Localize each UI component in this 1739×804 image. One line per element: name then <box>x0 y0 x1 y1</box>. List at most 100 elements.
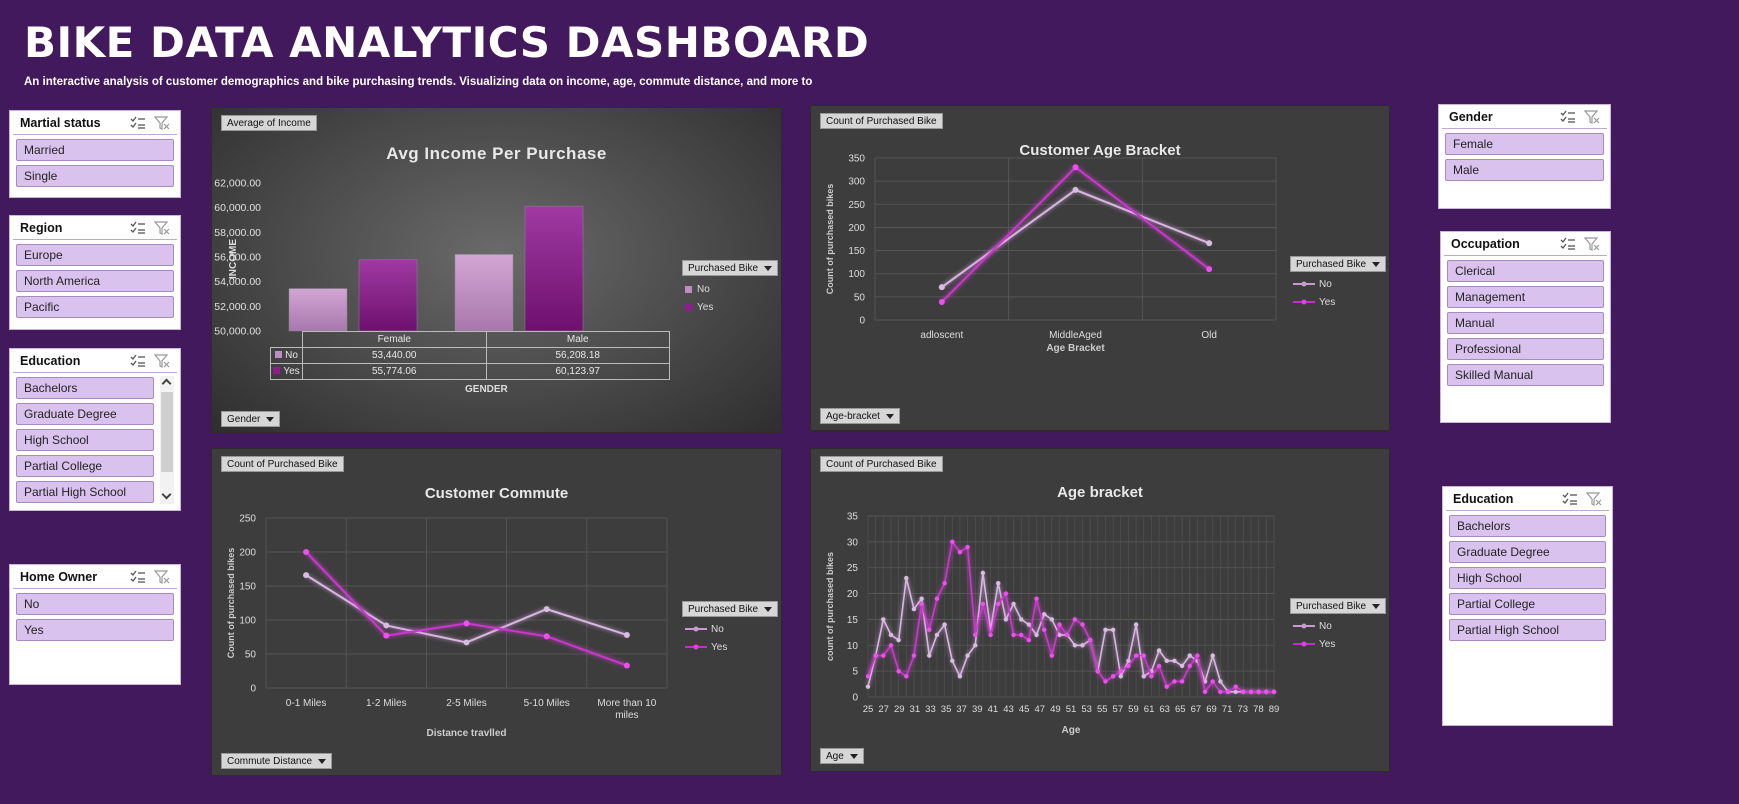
x-tick-label: 71 <box>1222 704 1233 715</box>
y-tick-label: 250 <box>848 200 865 211</box>
slicer-item[interactable]: Partial High School <box>1449 619 1606 641</box>
legend-filter-button[interactable]: Purchased Bike <box>1290 598 1387 614</box>
data-point-yes <box>1141 653 1146 658</box>
multi-select-icon[interactable] <box>1562 492 1578 506</box>
x-tick-label: 35 <box>941 704 952 715</box>
x-tick-label: 29 <box>894 704 905 715</box>
dropdown-arrow-icon <box>1372 261 1381 267</box>
data-point-yes <box>919 601 924 607</box>
x-tick-label: 57 <box>1113 704 1124 715</box>
slicer-item[interactable]: Manual <box>1447 312 1604 334</box>
slicer-items: Female Male <box>1439 129 1610 189</box>
series-line-no <box>305 574 628 644</box>
clear-filter-icon[interactable] <box>1583 236 1600 251</box>
y-tick-label: 50 <box>245 650 257 661</box>
data-point-yes <box>1156 663 1162 669</box>
slicer-item[interactable]: Skilled Manual <box>1447 364 1604 386</box>
clear-filter-icon[interactable] <box>153 220 170 235</box>
clear-filter-icon[interactable] <box>153 569 170 584</box>
axis-filter-button[interactable]: Gender <box>221 411 281 427</box>
slicer-item[interactable]: High School <box>1449 567 1606 589</box>
multi-select-icon[interactable] <box>1560 237 1576 251</box>
data-point-no <box>980 570 986 576</box>
y-axis-label: Count of purchased bikes <box>825 184 835 295</box>
slicer-title: Martial status <box>20 115 101 130</box>
slicer-item[interactable]: Partial College <box>16 455 154 477</box>
data-point-yes <box>973 632 978 638</box>
slicer-item[interactable]: Graduate Degree <box>1449 541 1606 563</box>
slicer-item[interactable]: Bachelors <box>16 377 154 399</box>
slicer-item[interactable]: No <box>16 593 174 615</box>
x-tick-label: Old <box>1201 330 1217 341</box>
data-point-yes <box>1095 668 1101 674</box>
slicer-item[interactable]: Single <box>16 165 174 187</box>
legend-filter-button[interactable]: Purchased Bike <box>682 260 779 276</box>
x-tick-label: 5-10 Miles <box>524 698 570 709</box>
data-point-no <box>1156 648 1162 653</box>
multi-select-icon[interactable] <box>130 570 146 584</box>
y-tick-label: 15 <box>847 615 859 626</box>
data-point-yes <box>1034 596 1039 601</box>
slicer-item[interactable]: Management <box>1447 286 1604 308</box>
axis-filter-button[interactable]: Age <box>820 748 864 764</box>
slicer-item[interactable]: Graduate Degree <box>16 403 154 425</box>
slicer-gender: Gender Female Male <box>1438 104 1611 209</box>
slicer-item[interactable]: Pacific <box>16 296 174 318</box>
data-point-no <box>1179 663 1185 669</box>
y-tick-label: 62,000.00 <box>214 178 261 190</box>
multi-select-icon[interactable] <box>1560 110 1576 124</box>
legend-filter-button[interactable]: Purchased Bike <box>1290 256 1387 272</box>
slicer-item[interactable]: North America <box>16 270 174 292</box>
slicer-item[interactable]: Female <box>1445 133 1604 155</box>
slicer-scrollbar[interactable] <box>160 376 174 504</box>
slicer-items: Married Single <box>10 135 180 195</box>
series-line-yes <box>867 539 1274 694</box>
slicer-items: No Yes <box>10 589 180 649</box>
slicer-item[interactable]: Male <box>1445 159 1604 181</box>
x-tick-label: 41 <box>988 704 999 715</box>
data-point-no <box>1011 601 1016 607</box>
data-point-yes <box>927 627 932 632</box>
slicer-item[interactable]: Professional <box>1447 338 1604 360</box>
slicer-item[interactable]: Clerical <box>1447 260 1604 282</box>
clear-filter-icon[interactable] <box>1585 491 1602 506</box>
slicer-item[interactable]: Yes <box>16 619 174 641</box>
data-point-no <box>1126 658 1131 663</box>
data-point-no <box>1133 622 1139 627</box>
data-point-yes <box>865 674 871 679</box>
x-tick-label: 33 <box>925 704 936 715</box>
slicer-item[interactable]: High School <box>16 429 154 451</box>
data-point-no <box>942 622 947 627</box>
y-tick-label: 10 <box>847 641 859 652</box>
slicer-occupation: Occupation Clerical Management Manual Profe… <box>1440 231 1611 423</box>
chart-avg-income: Average of Income Avg Income Per Purchas… <box>211 107 782 433</box>
legend-filter-button[interactable]: Purchased Bike <box>682 601 779 617</box>
multi-select-icon[interactable] <box>130 354 146 368</box>
scroll-thumb[interactable] <box>161 392 173 472</box>
clear-filter-icon[interactable] <box>153 115 170 130</box>
data-point-yes <box>938 298 945 305</box>
slicer-item[interactable]: Europe <box>16 244 174 266</box>
data-point-yes <box>1218 689 1223 695</box>
data-point-no <box>927 653 932 658</box>
scroll-down-icon[interactable] <box>161 489 172 500</box>
x-axis-label: Age <box>1062 725 1081 736</box>
clear-filter-icon[interactable] <box>153 353 170 368</box>
clear-filter-icon[interactable] <box>1583 109 1600 124</box>
axis-filter-button[interactable]: Age-bracket <box>820 408 900 424</box>
axis-filter-button[interactable]: Commute Distance <box>221 753 333 769</box>
data-point-yes <box>1133 653 1139 658</box>
multi-select-icon[interactable] <box>130 221 146 235</box>
table-header-male: Male <box>485 331 670 348</box>
data-point-yes <box>942 581 947 586</box>
data-point-no <box>919 596 924 601</box>
scroll-up-icon[interactable] <box>161 378 172 389</box>
slicer-item[interactable]: Married <box>16 139 174 161</box>
y-tick-label: 58,000.00 <box>214 227 261 239</box>
data-point-no <box>303 572 310 579</box>
slicer-item[interactable]: Bachelors <box>1449 515 1606 537</box>
slicer-item[interactable]: Partial High School <box>16 481 154 503</box>
slicer-item[interactable]: Partial College <box>1449 593 1606 615</box>
multi-select-icon[interactable] <box>130 116 146 130</box>
data-point-no <box>1233 689 1238 695</box>
